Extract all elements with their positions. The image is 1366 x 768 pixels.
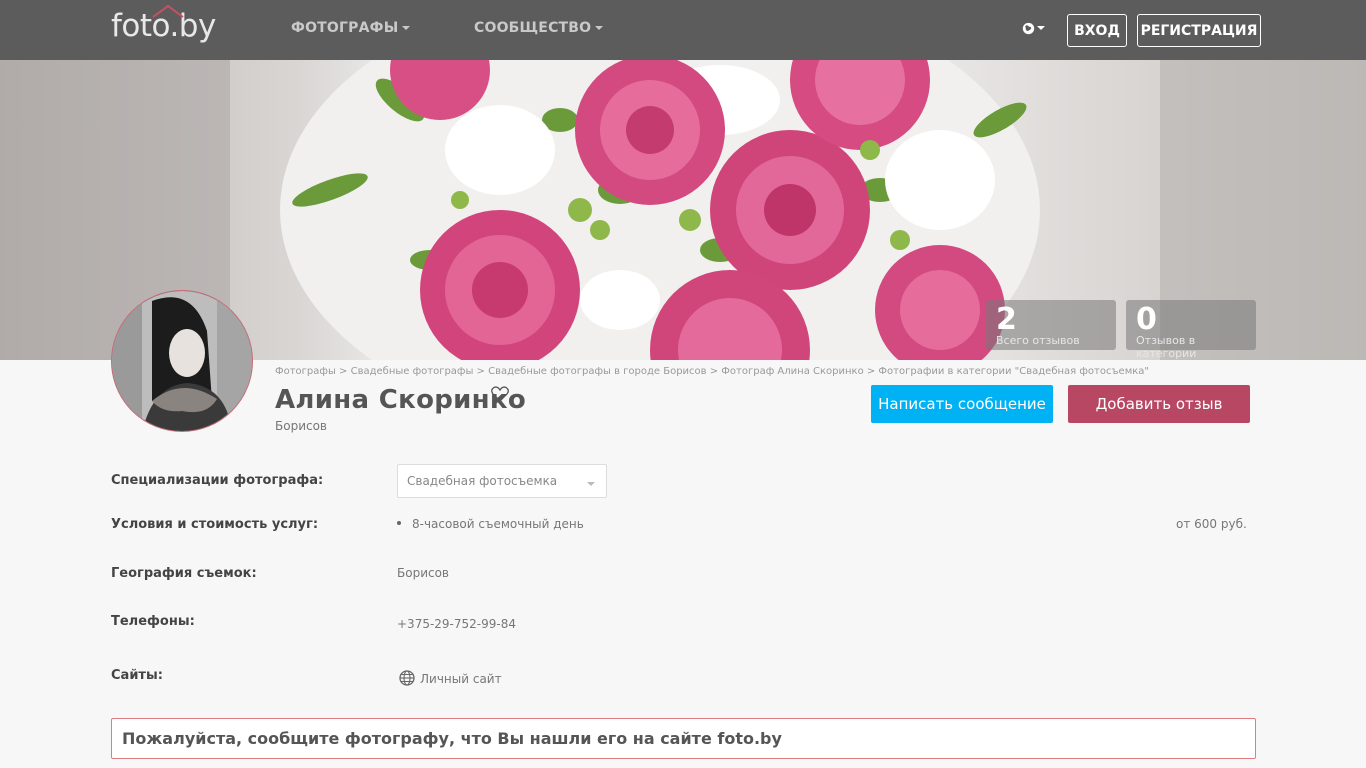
nav-community[interactable]: СООБЩЕСТВО	[474, 20, 604, 36]
profile-city: Борисов	[275, 419, 328, 433]
phones-label: Телефоны:	[111, 614, 195, 629]
service-name: 8-часовой съемочный день	[412, 517, 584, 531]
globe-icon	[399, 670, 415, 686]
service-price: от 600 руб.	[1176, 517, 1247, 531]
add-review-button[interactable]: Добавить отзыв	[1068, 385, 1250, 423]
category-reviews-label: Отзывов в категории	[1136, 334, 1197, 360]
breadcrumb[interactable]: Фотографы > Свадебные фотографы > Свадеб…	[275, 366, 1149, 377]
personal-site-link[interactable]: Личный сайт	[420, 672, 502, 686]
geography-value: Борисов	[397, 566, 450, 580]
total-reviews-label: Всего отзывов	[996, 334, 1080, 347]
nav-photographers[interactable]: ФОТОГРАФЫ	[291, 20, 411, 36]
top-navigation-bar: foto.by ФОТОГРАФЫ СООБЩЕСТВО ВХОД РЕГИСТ…	[0, 0, 1366, 60]
site-logo[interactable]: foto.by	[111, 4, 216, 44]
services-label: Условия и стоимость услуг:	[111, 517, 319, 532]
register-button[interactable]: РЕГИСТРАЦИЯ	[1137, 14, 1261, 47]
language-selector[interactable]	[1022, 20, 1048, 38]
login-button[interactable]: ВХОД	[1067, 14, 1127, 47]
total-reviews-count: 2	[996, 302, 1017, 337]
geography-label: География съемок:	[111, 566, 257, 581]
send-message-button[interactable]: Написать сообщение	[871, 385, 1053, 423]
specialization-select[interactable]: Свадебная фотосъемка	[397, 464, 607, 498]
logo-roof-icon	[152, 4, 184, 18]
notice-banner: Пожалуйста, сообщите фотографу, что Вы н…	[111, 718, 1256, 759]
sites-label: Сайты:	[111, 668, 163, 683]
avatar[interactable]	[111, 290, 253, 432]
phone-value[interactable]: +375-29-752-99-84	[397, 617, 516, 631]
category-reviews-count: 0	[1136, 302, 1157, 337]
notice-text: Пожалуйста, сообщите фотографу, что Вы н…	[122, 729, 782, 748]
category-reviews-stat: 0 Отзывов в категории	[1126, 300, 1256, 360]
chevron-down-icon	[1037, 26, 1045, 30]
heart-icon[interactable]	[491, 386, 509, 402]
globe-icon	[1022, 22, 1035, 34]
chevron-down-icon	[587, 482, 595, 486]
chevron-down-icon	[402, 26, 411, 30]
total-reviews-stat: 2 Всего отзывов	[986, 300, 1116, 350]
chevron-down-icon	[595, 26, 604, 30]
page-title: Алина Скоринко	[275, 385, 527, 415]
specializations-label: Специализации фотографа:	[111, 473, 324, 488]
list-bullet	[397, 521, 401, 525]
specialization-select-value: Свадебная фотосъемка	[407, 474, 558, 488]
avatar-photo	[112, 291, 252, 431]
